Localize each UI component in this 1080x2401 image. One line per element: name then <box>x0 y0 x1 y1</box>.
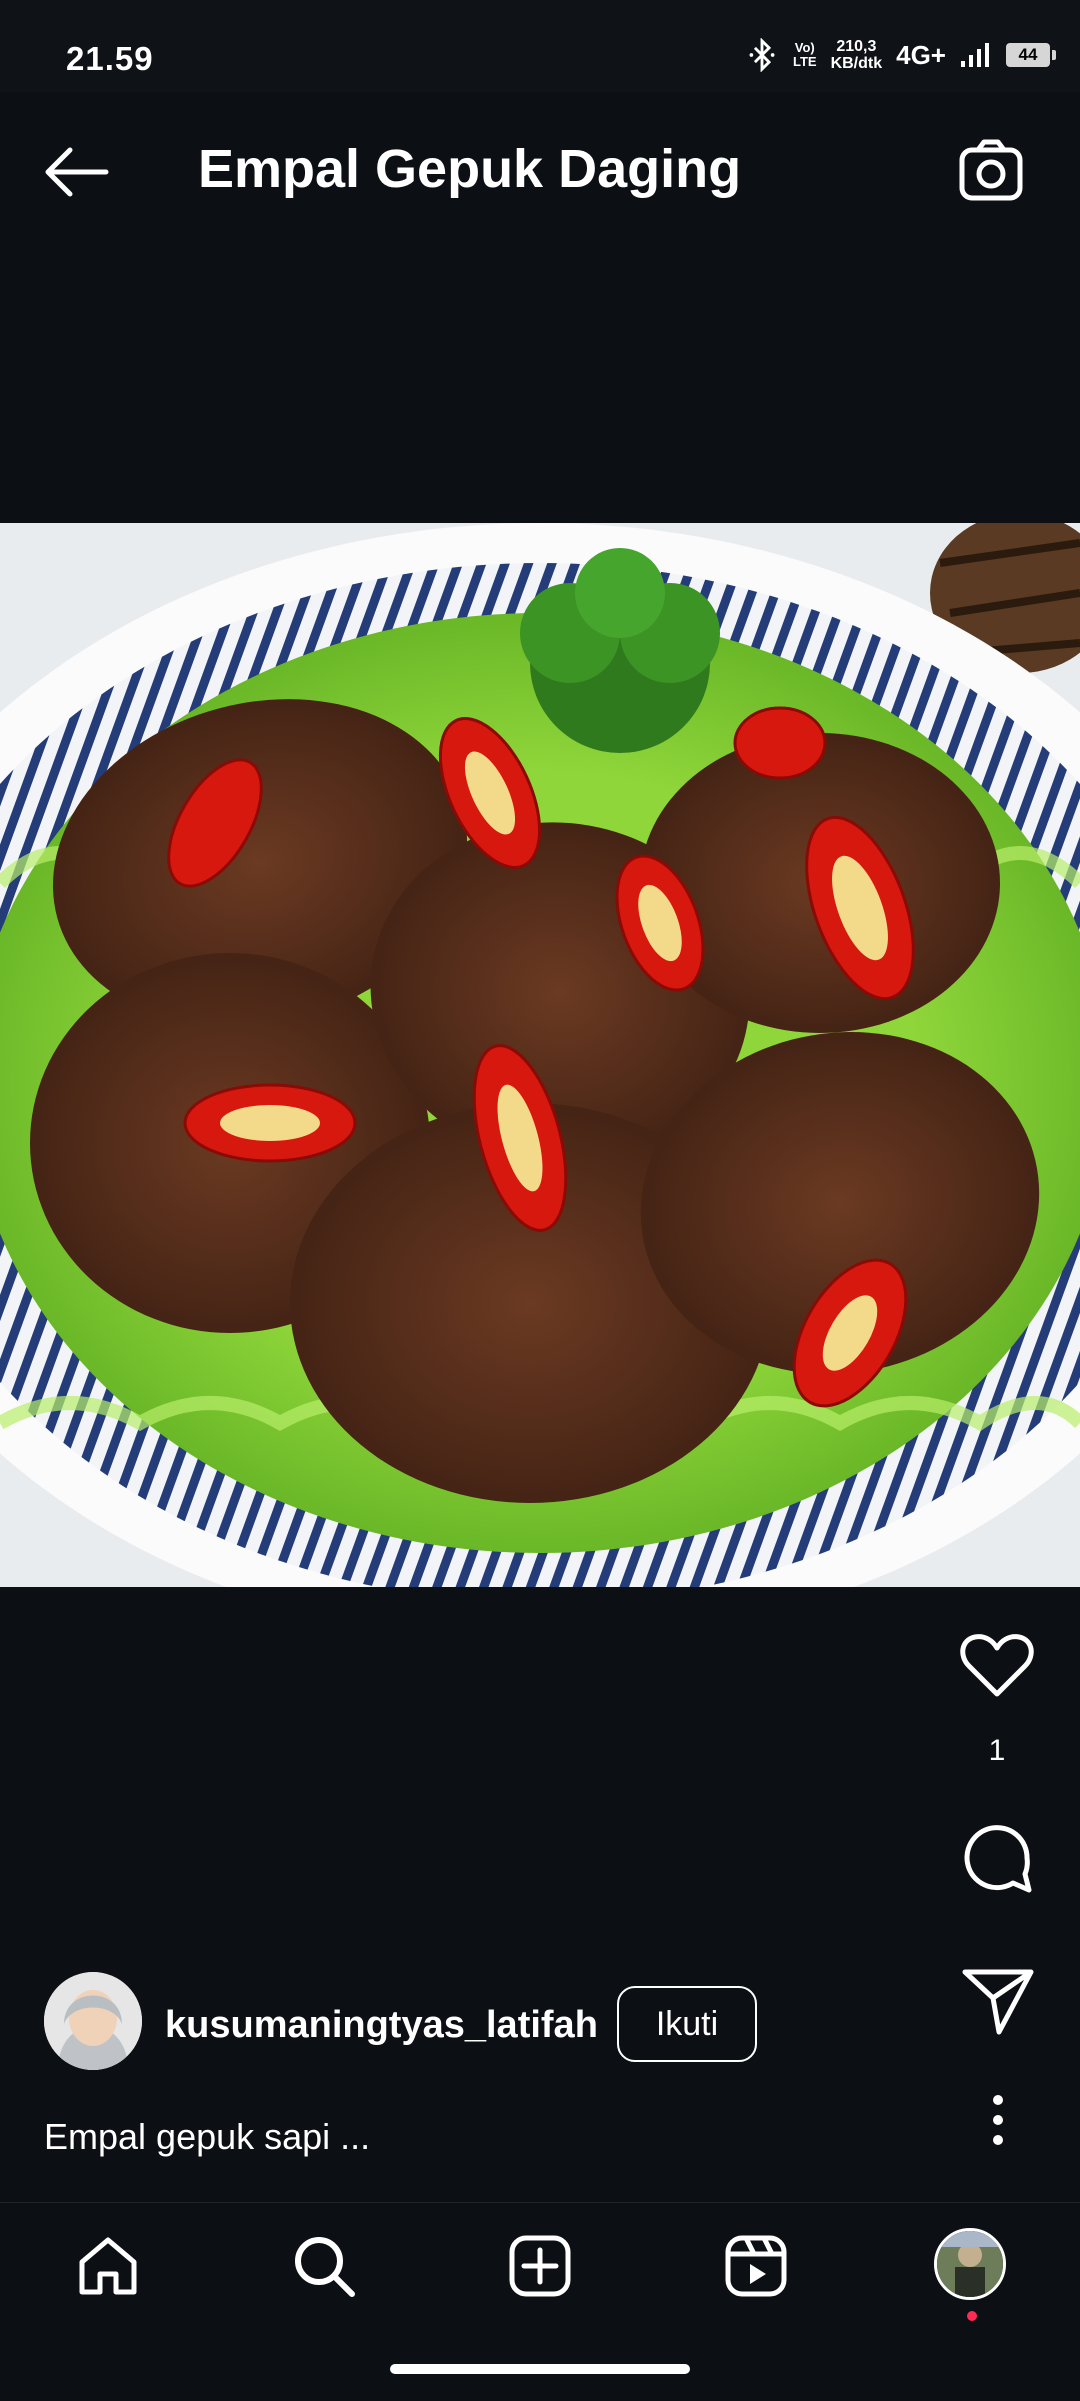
page-title: Empal Gepuk Daging <box>198 139 742 199</box>
home-indicator[interactable] <box>390 2364 690 2374</box>
like-count[interactable]: 1 <box>955 1734 1039 1768</box>
food-photo <box>0 523 1080 1587</box>
volte-icon: Vo) LTE <box>792 40 817 69</box>
bluetooth-icon <box>749 38 775 72</box>
heart-icon[interactable] <box>955 1624 1039 1708</box>
comment-icon[interactable] <box>955 1816 1039 1900</box>
send-icon[interactable] <box>955 1958 1039 2042</box>
status-icons: Vo) LTE 210,3 KB/dtk 4G+ 44 <box>745 38 1056 72</box>
battery-icon: 44 <box>1006 43 1056 67</box>
reels-icon[interactable] <box>720 2230 792 2302</box>
search-icon[interactable] <box>288 2230 360 2302</box>
post-caption[interactable]: Empal gepuk sapi ... <box>44 2116 370 2158</box>
more-vertical-icon[interactable] <box>975 2090 1021 2150</box>
network-type: 4G+ <box>896 39 946 70</box>
home-icon[interactable] <box>72 2230 144 2302</box>
network-speed: 210,3 KB/dtk <box>830 38 883 72</box>
back-arrow-icon[interactable] <box>36 132 116 212</box>
author-username[interactable]: kusumaningtyas_latifah <box>165 2004 598 2047</box>
follow-button[interactable]: Ikuti <box>617 1986 757 2062</box>
create-icon[interactable] <box>504 2230 576 2302</box>
signal-icon <box>961 43 989 67</box>
author-avatar[interactable] <box>44 1972 142 2070</box>
notification-dot <box>967 2311 977 2321</box>
status-time: 21.59 <box>66 40 154 77</box>
post-image[interactable] <box>0 523 1080 1587</box>
camera-icon[interactable] <box>954 136 1030 212</box>
profile-avatar[interactable] <box>934 2228 1006 2300</box>
